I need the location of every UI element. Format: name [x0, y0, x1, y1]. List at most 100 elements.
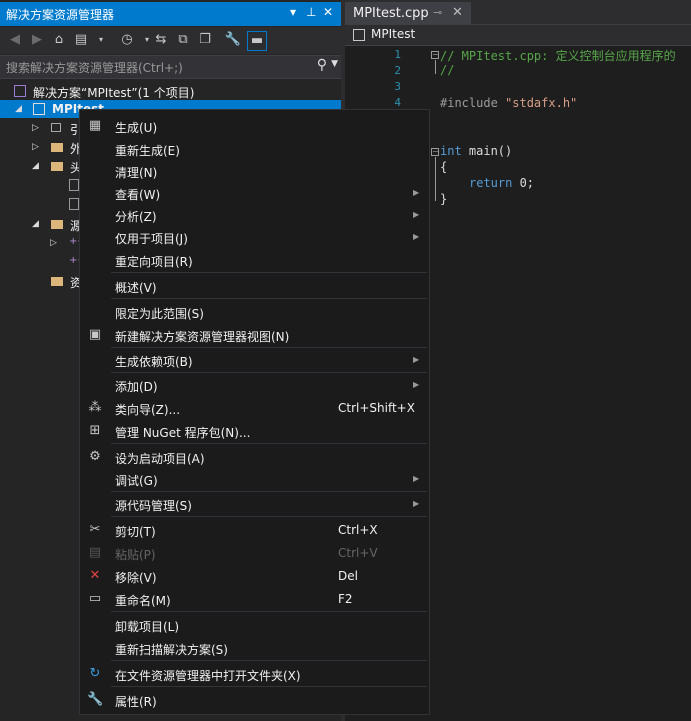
menu-item-label: 重新生成(E) — [115, 144, 180, 158]
collapsed-arrow-icon[interactable]: ▷ — [32, 142, 39, 152]
menu-item-rescan-solution[interactable]: 重新扫描解决方案(S) — [80, 637, 429, 659]
tree-item-solution[interactable]: 解决方案“MPItest”(1 个项目) — [0, 82, 341, 100]
menu-item-view[interactable]: 查看(W) ▶ — [80, 182, 429, 204]
menu-item-clean[interactable]: 清理(N) — [80, 160, 429, 182]
pin-icon[interactable]: ⊥ — [306, 5, 316, 19]
chevron-down-icon[interactable]: ▾ — [92, 31, 110, 49]
forward-icon[interactable]: ▶ — [28, 31, 46, 49]
menu-item-manage-nuget[interactable]: ⊞ 管理 NuGet 程序包(N)... — [80, 420, 429, 442]
close-icon[interactable]: ✕ — [323, 5, 333, 19]
menu-item-label: 移除(V) — [115, 571, 157, 585]
menu-item-new-explorer-view[interactable]: ▣ 新建解决方案资源管理器视图(N) — [80, 324, 429, 346]
project-dropdown-label: MPItest — [371, 27, 416, 41]
collapsed-arrow-icon[interactable]: ▷ — [50, 238, 57, 248]
menu-item-scope-to-this[interactable]: 限定为此范围(S) — [80, 301, 429, 323]
line-number: 4 — [394, 96, 401, 109]
menu-item-overview[interactable]: 概述(V) — [80, 275, 429, 297]
preview-selected-icon[interactable]: ▬ — [247, 31, 267, 51]
home-icon[interactable]: ⌂ — [50, 31, 68, 49]
code-line-main[interactable]: int main() — [440, 144, 512, 158]
menu-item-remove[interactable]: ✕ 移除(V) Del — [80, 565, 429, 587]
menu-item-label: 粘贴(P) — [115, 548, 156, 562]
menu-item-label: 源代码管理(S) — [115, 499, 192, 513]
chevron-down-icon[interactable]: ▼ — [331, 59, 338, 69]
menu-item-add[interactable]: 添加(D) ▶ — [80, 374, 429, 396]
menu-item-label: 生成(U) — [115, 121, 158, 135]
expanded-arrow-icon[interactable]: ◢ — [32, 219, 39, 229]
wrench-icon[interactable]: 🔧 — [224, 31, 242, 49]
menu-separator — [111, 516, 427, 517]
file-icon — [69, 179, 79, 191]
menu-item-retarget-project[interactable]: 重定向项目(R) — [80, 249, 429, 271]
tab-mpitest-cpp[interactable]: MPItest.cpp ⊸ ✕ — [345, 2, 471, 24]
close-icon[interactable]: ✕ — [452, 5, 463, 20]
code-line-return[interactable]: return 0; — [469, 176, 534, 190]
menu-item-label: 查看(W) — [115, 188, 161, 202]
submenu-arrow-icon: ▶ — [413, 210, 420, 219]
folder-icon — [51, 220, 63, 229]
menu-item-debug[interactable]: 调试(G) ▶ — [80, 468, 429, 490]
wrench-icon: 🔧 — [87, 692, 104, 707]
editor-navigation-bar[interactable]: MPItest — [345, 24, 691, 46]
menu-item-build-dependencies[interactable]: 生成依赖项(B) ▶ — [80, 349, 429, 371]
type-keyword: int — [440, 144, 462, 158]
collapse-region-icon[interactable]: − — [431, 148, 439, 156]
fold-guide — [435, 60, 436, 74]
editor-tab-bar: MPItest.cpp ⊸ ✕ — [345, 0, 691, 24]
menu-item-label: 在文件资源管理器中打开文件夹(X) — [115, 669, 301, 683]
return-value: 0; — [512, 176, 535, 190]
preprocessor-keyword: #include — [440, 96, 498, 110]
menu-item-class-wizard[interactable]: ⁂ 类向导(Z)... Ctrl+Shift+X — [80, 397, 429, 419]
collapse-region-icon[interactable]: − — [431, 51, 439, 59]
menu-item-label: 设为启动项目(A) — [115, 452, 205, 466]
solution-explorer-search[interactable]: 搜索解决方案资源管理器(Ctrl+;) ⚲ ▼ — [0, 55, 341, 79]
menu-item-shortcut: Ctrl+V — [338, 546, 378, 560]
collapse-all-icon[interactable]: ⧉ — [174, 31, 192, 49]
expanded-arrow-icon[interactable]: ◢ — [32, 161, 39, 171]
menu-separator — [111, 491, 427, 492]
menu-item-label: 属性(R) — [115, 695, 157, 709]
code-line-include[interactable]: #include "stdafx.h" — [440, 96, 577, 110]
file-icon — [69, 198, 79, 210]
gear-icon: ⚙ — [89, 449, 101, 464]
back-icon[interactable]: ◀ — [6, 31, 24, 49]
collapsed-arrow-icon[interactable]: ▷ — [32, 123, 39, 133]
menu-item-paste: ▤ 粘贴(P) Ctrl+V — [80, 542, 429, 564]
submenu-arrow-icon: ▶ — [413, 355, 420, 364]
menu-item-project-only[interactable]: 仅用于项目(J) ▶ — [80, 226, 429, 248]
menu-item-rebuild[interactable]: 重新生成(E) — [80, 138, 429, 160]
menu-item-set-startup[interactable]: ⚙ 设为启动项目(A) — [80, 446, 429, 468]
code-line-comment[interactable]: // — [440, 63, 454, 77]
menu-item-unload-project[interactable]: 卸载项目(L) — [80, 614, 429, 636]
line-number: 3 — [394, 80, 401, 93]
menu-item-analyze[interactable]: 分析(Z) ▶ — [80, 204, 429, 226]
folder-icon — [51, 162, 63, 171]
project-context-menu: ▦ 生成(U) 重新生成(E) 清理(N) 查看(W) ▶ 分析(Z) ▶ 仅用… — [79, 109, 430, 715]
menu-item-cut[interactable]: ✂ 剪切(T) Ctrl+X — [80, 519, 429, 541]
pin-icon[interactable]: ⊸ — [433, 6, 442, 19]
menu-item-build[interactable]: ▦ 生成(U) — [80, 115, 429, 137]
code-line-open-brace[interactable]: { — [440, 160, 447, 174]
menu-item-shortcut: F2 — [338, 592, 353, 606]
menu-item-rename[interactable]: ▭ 重命名(M) F2 — [80, 588, 429, 610]
menu-item-open-in-explorer[interactable]: ↻ 在文件资源管理器中打开文件夹(X) — [80, 663, 429, 685]
code-line-close-brace[interactable]: } — [440, 192, 447, 206]
show-all-files-icon[interactable]: ❐ — [196, 31, 214, 49]
menu-item-source-control[interactable]: 源代码管理(S) ▶ — [80, 493, 429, 515]
window-position-dropdown-icon[interactable]: ▾ — [290, 5, 296, 19]
solution-icon — [14, 85, 26, 97]
sync-icon[interactable]: ⇆ — [152, 31, 170, 49]
pending-changes-filter-icon[interactable]: ◷ — [118, 31, 136, 49]
menu-separator — [111, 298, 427, 299]
new-view-icon: ▣ — [88, 327, 102, 342]
code-line-comment[interactable]: // MPItest.cpp: 定义控制台应用程序的 — [440, 47, 676, 64]
solution-explorer-title: 解决方案资源管理器 — [6, 8, 115, 22]
expanded-arrow-icon[interactable]: ◢ — [15, 104, 22, 114]
switch-views-icon[interactable]: ▤ — [72, 31, 90, 49]
menu-item-label: 生成依赖项(B) — [115, 355, 193, 369]
menu-item-properties[interactable]: 🔧 属性(R) — [80, 689, 429, 711]
search-icon[interactable]: ⚲ — [317, 57, 327, 73]
menu-item-shortcut: Del — [338, 569, 358, 583]
search-placeholder: 搜索解决方案资源管理器(Ctrl+;) — [6, 61, 183, 75]
return-keyword: return — [469, 176, 513, 190]
